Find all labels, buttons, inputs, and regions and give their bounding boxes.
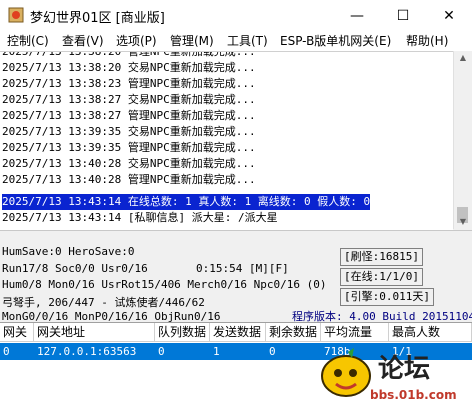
cell-sent: 1 [213,345,220,358]
log-line: 2025/7/13 13:38:23 管理NPC重新加载完成... [2,77,256,90]
maximize-button[interactable]: ☐ [380,0,426,31]
process-status: 弓弩手, 206/447 - 试炼使者/446/62 [2,296,205,309]
column-header-remaining[interactable]: 剩余数据 [266,323,321,342]
run-status: Run17/8 Soc0/0 Usr0/16 [2,262,148,275]
engine-box: [引擎:0.011天] [340,288,434,306]
log-line: 2025/7/13 13:38:20 交易NPC重新加载完成... [2,61,256,74]
cell-queue: 0 [158,345,165,358]
column-header-avg-traffic[interactable]: 平均流量 [321,323,389,342]
app-icon [8,7,24,23]
log-panel[interactable]: 2025/7/13 13:38:20 管理NPC重新加载完成... 2025/7… [0,51,453,230]
menu-tools[interactable]: 工具(T) [227,32,268,49]
monster-count-box: [刷怪:16815] [340,248,423,266]
column-header-address[interactable]: 网关地址 [34,323,155,342]
minimize-button[interactable]: — [334,0,380,31]
status-panel: HumSave:0 HeroSave:0 Run17/8 Soc0/0 Usr0… [0,230,472,323]
hum-status: Hum0/8 Mon0/16 UsrRot15/406 Merch0/16 Np… [2,278,327,291]
log-line: 2025/7/13 13:38:20 管理NPC重新加载完成... [2,51,256,58]
column-header-queue[interactable]: 队列数据 [155,323,210,342]
forum-watermark-logo: 论坛 bbs.01b.com [318,348,468,408]
menu-bar: 控制(C) 查看(V) 选项(P) 管理(M) 工具(T) ESP-B版单机网关… [0,31,472,51]
menu-control[interactable]: 控制(C) [7,32,49,49]
log-line: 2025/7/13 13:43:14 [私聊信息] 派大星: /派大星 [2,211,278,224]
close-button[interactable]: ✕ [426,0,472,31]
cell-remaining: 0 [269,345,276,358]
log-line: 2025/7/13 13:40:28 交易NPC重新加载完成... [2,157,256,170]
menu-manage[interactable]: 管理(M) [170,32,214,49]
log-line: 2025/7/13 13:39:35 交易NPC重新加载完成... [2,125,256,138]
watermark-main: 论坛 [378,354,431,384]
menu-help[interactable]: 帮助(H) [406,32,448,49]
column-header-sent[interactable]: 发送数据 [210,323,266,342]
column-header-gateway[interactable]: 网关 [0,323,34,342]
menu-view[interactable]: 查看(V) [62,32,104,49]
log-line: 2025/7/13 13:40:28 管理NPC重新加载完成... [2,173,256,186]
online-count-box: [在线:1/1/0] [340,268,423,286]
log-scrollbar[interactable]: ▲ ▼ [453,51,472,229]
log-line: 2025/7/13 13:39:35 管理NPC重新加载完成... [2,141,256,154]
cell-gateway: 0 [3,345,10,358]
scroll-down-icon[interactable]: ▼ [454,215,472,229]
title-bar: 梦幻世界01区 [商业版] — ☐ ✕ [0,0,472,31]
log-line: 2025/7/13 13:38:27 管理NPC重新加载完成... [2,109,256,122]
log-line: 2025/7/13 13:38:27 交易NPC重新加载完成... [2,93,256,106]
scroll-up-icon[interactable]: ▲ [454,51,472,65]
log-line-highlighted: 2025/7/13 13:43:14 在线总数: 1 真人数: 1 离线数: 0… [2,194,371,210]
mascot-icon [321,348,371,397]
menu-options[interactable]: 选项(P) [116,32,157,49]
window-title: 梦幻世界01区 [商业版] [30,11,165,26]
menu-esp-gateway[interactable]: ESP-B版单机网关(E) [280,32,391,49]
cell-address: 127.0.0.1:63563 [37,345,137,358]
save-status: HumSave:0 HeroSave:0 [2,245,135,258]
column-header-max-users[interactable]: 最高人数 [389,323,472,342]
watermark-url: bbs.01b.com [370,388,457,402]
uptime: 0:15:54 [M][F] [196,262,289,275]
